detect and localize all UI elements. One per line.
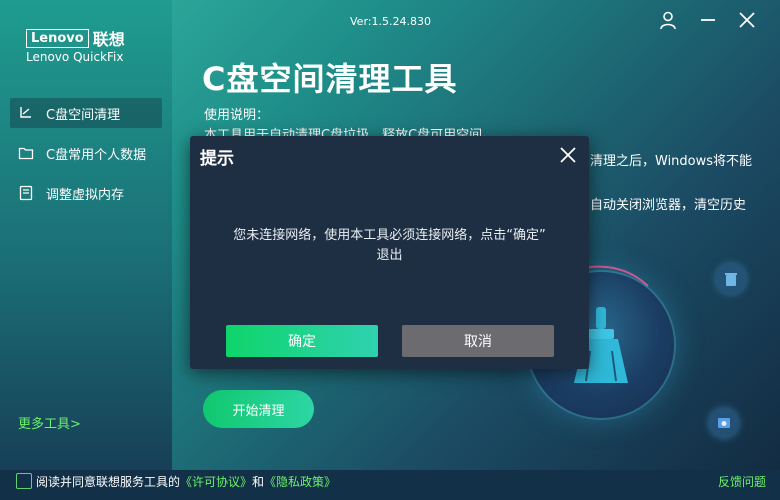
close-icon[interactable] <box>737 10 757 30</box>
dialog-message-line-1: 您未连接网络，使用本工具必须连接网络，点击“确定” <box>233 228 546 243</box>
agreement-and: 和 <box>252 475 265 489</box>
memory-icon <box>18 185 34 201</box>
trash-bubble-icon <box>716 264 746 294</box>
network-prompt-dialog: 提示 您未连接网络，使用本工具必须连接网络，点击“确定” 退出 确定 取消 <box>190 136 589 369</box>
start-cleanup-button[interactable]: 开始清理 <box>203 390 314 428</box>
usage-line-2: 清理之后，Windows将不能 <box>590 154 753 169</box>
sidebar-item-virtual-memory[interactable]: 调整虚拟内存 <box>10 178 162 208</box>
agreement-text: 阅读并同意联想服务工具的《许可协议》和《隐私政策》 <box>36 473 336 490</box>
version-label: Ver:1.5.24.830 <box>350 15 431 28</box>
more-tools-link[interactable]: 更多工具> <box>18 413 81 432</box>
license-link[interactable]: 《许可协议》 <box>180 475 252 489</box>
dialog-close-icon[interactable] <box>558 145 578 165</box>
folder-icon <box>18 145 34 161</box>
sidebar-item-label: 调整虚拟内存 <box>46 187 125 203</box>
usage-label: 使用说明： <box>204 108 270 123</box>
sidebar-nav: C盘空间清理 C盘常用个人数据 调整虚拟内存 <box>10 98 162 218</box>
agreement-prefix: 阅读并同意联想服务工具的 <box>36 475 181 489</box>
feedback-link[interactable]: 反馈问题 <box>718 473 766 490</box>
user-icon[interactable] <box>658 10 678 30</box>
logo-cn: 联想 <box>92 30 125 49</box>
dialog-message: 您未连接网络，使用本工具必须连接网络，点击“确定” 退出 <box>210 226 569 266</box>
page-title: C盘空间清理工具 <box>202 60 458 98</box>
product-name: Lenovo QuickFix <box>26 50 124 64</box>
minimize-icon[interactable] <box>698 10 718 30</box>
broom-icon <box>18 105 34 121</box>
sidebar-item-personal-data[interactable]: C盘常用个人数据 <box>10 138 162 168</box>
ok-button[interactable]: 确定 <box>226 325 378 357</box>
cancel-button[interactable]: 取消 <box>402 325 554 357</box>
sidebar-item-c-drive-cleanup[interactable]: C盘空间清理 <box>10 98 162 128</box>
sidebar-item-label: C盘空间清理 <box>46 107 121 123</box>
agreement-checkbox[interactable] <box>16 473 32 489</box>
app-window: Lenovo 联想 Lenovo QuickFix C盘空间清理 C盘常用个人数… <box>0 0 780 500</box>
sidebar: Lenovo 联想 Lenovo QuickFix C盘空间清理 C盘常用个人数… <box>0 0 172 470</box>
dialog-title: 提示 <box>200 149 234 169</box>
dialog-message-line-2: 退出 <box>376 248 403 263</box>
usage-line-3: 自动关闭浏览器，清空历史 <box>590 198 747 213</box>
gear-bubble-icon <box>709 408 739 438</box>
logo-text: Lenovo <box>26 28 89 48</box>
privacy-link[interactable]: 《隐私政策》 <box>264 475 336 489</box>
sidebar-item-label: C盘常用个人数据 <box>46 147 147 163</box>
lenovo-logo: Lenovo 联想 <box>26 26 125 50</box>
